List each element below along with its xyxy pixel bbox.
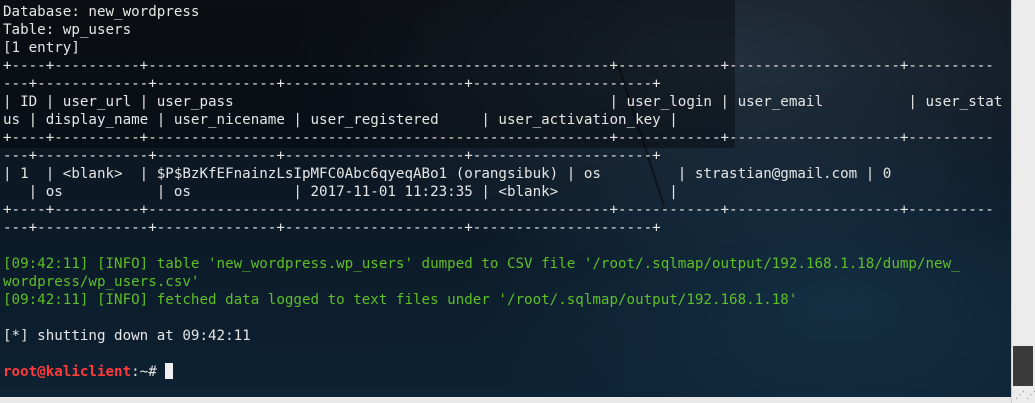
vertical-scrollbar[interactable]	[1011, 0, 1035, 403]
table-header-line: us | display_name | user_nicename | user…	[3, 112, 678, 128]
table-border-line: ---+-------------+--------------+-------…	[3, 148, 661, 164]
text-cursor	[165, 363, 174, 379]
info-line-dumped: [09:42:11] [INFO] table 'new_wordpress.w…	[3, 256, 960, 272]
output-line-entry-count: [1 entry]	[3, 40, 80, 56]
table-row-line: | 1 | <blank> | $P$BzKfEFnainzLsIpMFC0Ab…	[3, 166, 892, 182]
output-line-database: Database: new_wordpress	[3, 4, 200, 20]
command-prompt[interactable]: root@kaliclient:~#	[3, 363, 1002, 381]
scrollbar-thumb[interactable]	[1013, 346, 1033, 386]
info-line-fetched: [09:42:11] [INFO] fetched data logged to…	[3, 292, 798, 308]
resize-grip-icon[interactable]: ⋰⋰	[1015, 391, 1035, 401]
window-bottom-edge	[0, 397, 1011, 403]
output-line-shutdown: [*] shutting down at 09:42:11	[3, 328, 251, 344]
table-border-line: ---+-------------+--------------+-------…	[3, 220, 661, 236]
table-row-line: | os | os | 2017-11-01 11:23:35 | <blank…	[3, 184, 678, 200]
terminal-output: Database: new_wordpress Table: wp_users …	[3, 3, 1002, 381]
table-border-line: +----+----------+-----------------------…	[3, 202, 994, 218]
info-line-dumped-cont: wordpress/wp_users.csv'	[3, 274, 200, 290]
table-border-line: ---+-------------+--------------+-------…	[3, 76, 661, 92]
prompt-path: :~#	[131, 364, 166, 380]
terminal-window[interactable]: Database: new_wordpress Table: wp_users …	[0, 0, 1035, 403]
output-line-table: Table: wp_users	[3, 22, 132, 38]
table-header-line: | ID | user_url | user_pass | user_login…	[3, 94, 1003, 110]
table-border-line: +----+----------+-----------------------…	[3, 130, 994, 146]
table-border-line: +----+----------+-----------------------…	[3, 58, 994, 74]
prompt-user: root@kaliclient	[3, 364, 132, 380]
